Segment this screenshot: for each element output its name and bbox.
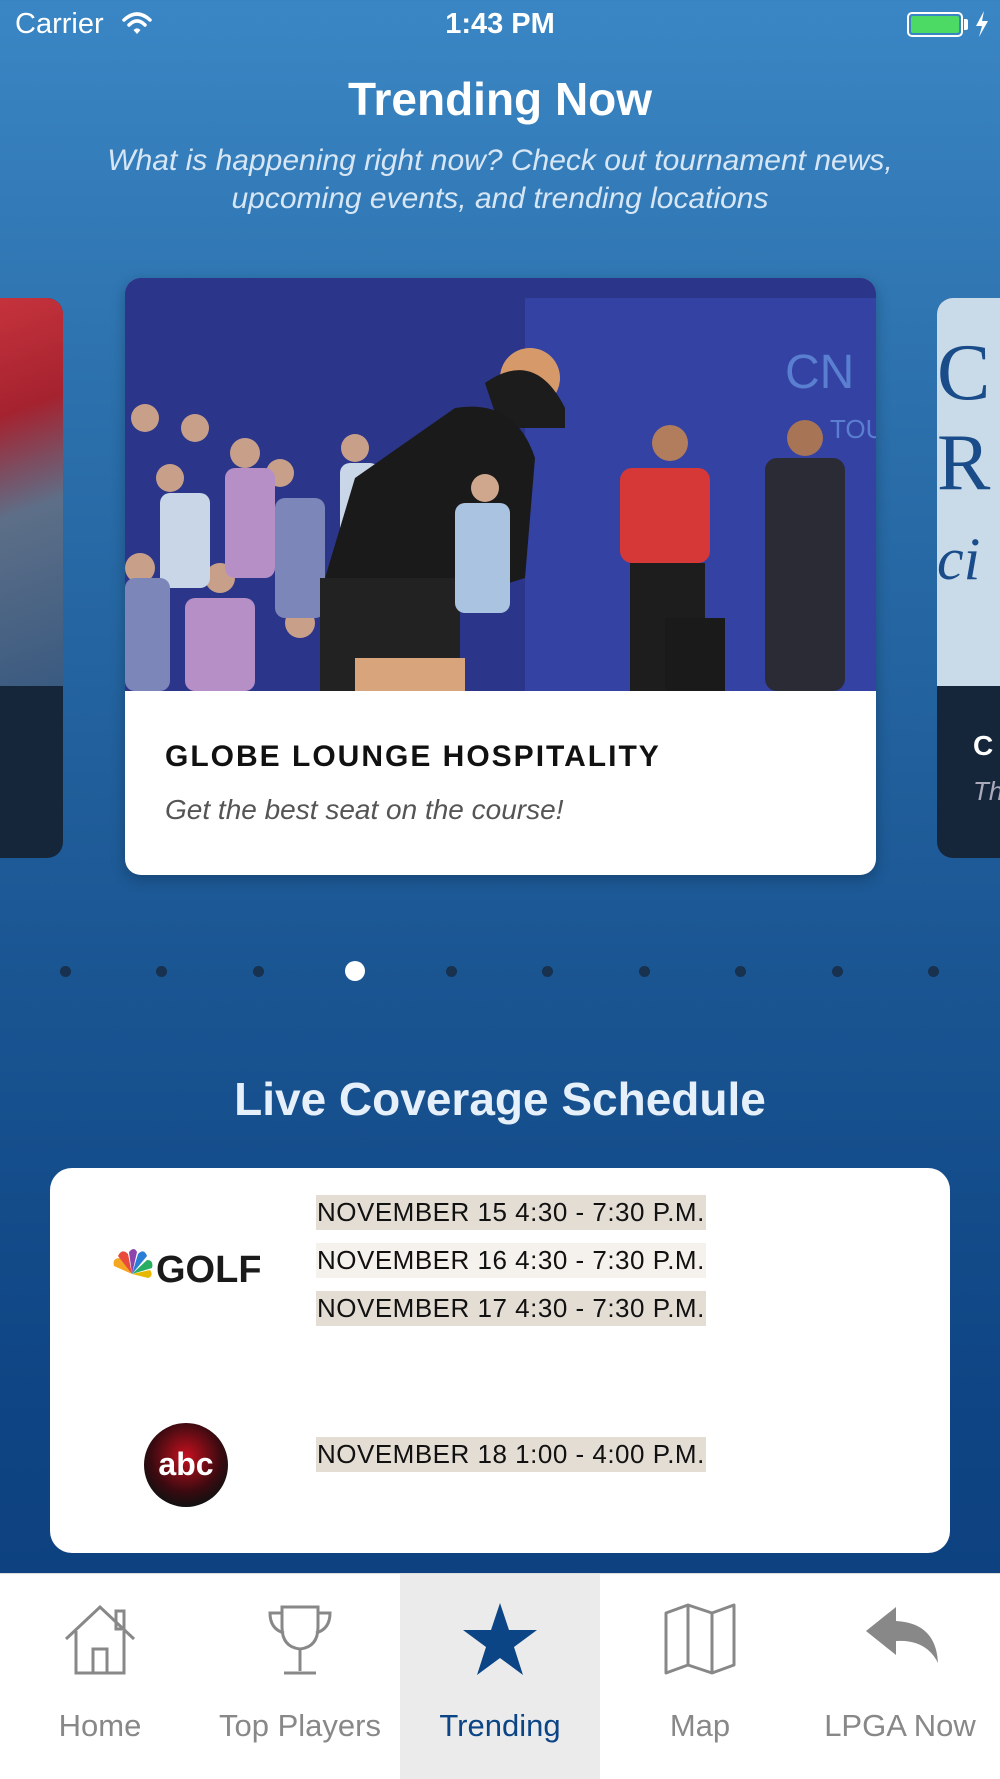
page-subtitle: What is happening right now? Check out t… [107,144,893,215]
schedule-slot: NOVEMBER 18 1:00 - 4:00 P.M. [316,1437,706,1472]
card-image: C Rci [937,298,1000,686]
carousel-card-previous[interactable] [0,298,63,858]
carousel-card-current[interactable]: CN TOU GLOBE LOUNGE HOSPITALITY Get the … [125,278,876,875]
page-dot[interactable] [638,966,650,977]
card-description: Get the best seat on the course! [165,794,564,825]
schedule-title: Live Coverage Schedule [234,1073,766,1125]
carousel-page-indicator[interactable] [0,957,1000,987]
tab-bar: Home Top Players Trending Map LPGA Now [0,1573,1000,1779]
page-dot[interactable] [928,966,939,977]
card-image [0,298,63,686]
schedule-slot: NOVEMBER 15 4:30 - 7:30 P.M. [316,1195,706,1230]
svg-text:GOLF: GOLF [156,1249,260,1288]
page-dot[interactable] [831,966,843,977]
tab-label: Trending [439,1708,561,1743]
battery-tip [964,19,968,30]
reply-arrow-icon [866,1607,938,1663]
page-dot[interactable] [542,966,553,977]
status-bar: Carrier 1:43 PM [0,0,1000,50]
card-image-logo-text: C Rci [937,329,991,592]
star-icon [463,1603,537,1675]
tab-lpga-now[interactable]: LPGA Now [800,1574,1000,1779]
card-image-golfer: CN TOU [125,278,876,691]
tab-trending[interactable]: Trending [400,1574,600,1779]
schedule-card: GOLF abc NOVEMBER 15 4:30 - 7:30 P.M. NO… [50,1168,950,1553]
tab-label: Top Players [219,1708,381,1743]
trophy-icon [268,1605,332,1675]
card-description-partial: Th [973,776,1000,806]
page-dot[interactable] [252,966,264,977]
schedule-slot: NOVEMBER 17 4:30 - 7:30 P.M. [316,1291,706,1326]
svg-text:CN: CN [785,346,854,399]
nbc-golf-logo: GOLF [113,1249,260,1288]
page-title: Trending Now [347,73,653,125]
carousel-card-next[interactable]: CRci C Th [937,298,1000,858]
page-dot[interactable] [445,966,457,977]
golfer-photo: CN TOU [125,278,876,691]
tab-label: Home [58,1708,142,1743]
tab-label: LPGA Now [824,1708,976,1743]
home-icon [64,1604,136,1675]
charging-bolt-icon [976,11,988,37]
svg-text:abc: abc [158,1446,213,1482]
tab-label: Map [669,1708,731,1743]
svg-text:TOU: TOU [830,414,876,444]
tab-map[interactable]: Map [600,1574,800,1779]
tab-home[interactable]: Home [0,1574,200,1779]
card-title-partial: C [973,730,994,761]
battery-icon [907,12,963,37]
page-dot-active[interactable] [344,961,365,981]
page-dot[interactable] [735,966,746,977]
map-icon [664,1603,736,1675]
schedule-slot: NOVEMBER 16 4:30 - 7:30 P.M. [316,1243,706,1278]
page-dot[interactable] [156,966,167,977]
abc-logo: abc [144,1423,228,1507]
card-title: GLOBE LOUNGE HOSPITALITY [165,740,661,773]
clock: 1:43 PM [445,8,555,40]
page-dot[interactable] [59,966,71,977]
tab-top-players[interactable]: Top Players [200,1574,400,1779]
